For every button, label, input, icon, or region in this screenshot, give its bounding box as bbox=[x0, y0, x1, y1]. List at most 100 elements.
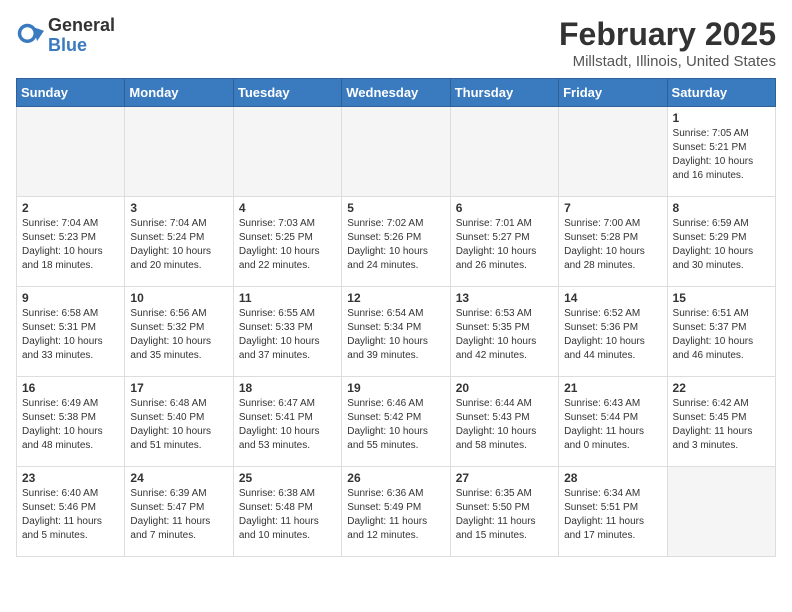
day-number: 6 bbox=[456, 201, 553, 215]
day-number: 9 bbox=[22, 291, 119, 305]
calendar-cell: 14Sunrise: 6:52 AM Sunset: 5:36 PM Dayli… bbox=[559, 287, 667, 377]
week-row-5: 23 Sunrise: 6:40 AM Sunset: 5:46 PM Dayli… bbox=[17, 467, 776, 557]
day-info: Sunrise: 6:53 AM Sunset: 5:35 PM Dayligh… bbox=[456, 307, 553, 363]
day-number: 19 bbox=[347, 381, 444, 395]
calendar-cell: 27 Sunrise: 6:35 AM Sunset: 5:50 PM Dayli… bbox=[450, 467, 558, 557]
day-number: 23 bbox=[22, 471, 119, 485]
calendar-cell bbox=[233, 107, 341, 197]
day-number: 28 bbox=[564, 471, 661, 485]
day-number: 8 bbox=[673, 201, 770, 215]
day-number: 12 bbox=[347, 291, 444, 305]
day-info: Sunrise: 6:35 AM Sunset: 5:50 PM Dayligh… bbox=[456, 487, 553, 543]
day-info: Sunrise: 6:55 AM Sunset: 5:33 PM Dayligh… bbox=[239, 307, 336, 363]
location-text: Millstadt, Illinois, United States bbox=[559, 53, 776, 70]
calendar-cell: 23 Sunrise: 6:40 AM Sunset: 5:46 PM Dayli… bbox=[17, 467, 125, 557]
day-info: Sunrise: 7:00 AM Sunset: 5:28 PM Dayligh… bbox=[564, 217, 661, 273]
weekday-header-tuesday: Tuesday bbox=[233, 79, 341, 107]
day-info: Sunrise: 7:04 AM Sunset: 5:23 PM Dayligh… bbox=[22, 217, 119, 273]
calendar-cell: 20 Sunrise: 6:44 AM Sunset: 5:43 PM Dayli… bbox=[450, 377, 558, 467]
calendar-cell: 21Sunrise: 6:43 AM Sunset: 5:44 PM Dayli… bbox=[559, 377, 667, 467]
day-number: 26 bbox=[347, 471, 444, 485]
month-title: February 2025 bbox=[559, 16, 776, 53]
day-info: Sunrise: 6:49 AM Sunset: 5:38 PM Dayligh… bbox=[22, 397, 119, 453]
calendar-cell: 15 Sunrise: 6:51 AM Sunset: 5:37 PM Dayli… bbox=[667, 287, 775, 377]
day-number: 21 bbox=[564, 381, 661, 395]
calendar-cell bbox=[559, 107, 667, 197]
day-info: Sunrise: 6:40 AM Sunset: 5:46 PM Dayligh… bbox=[22, 487, 119, 543]
day-number: 27 bbox=[456, 471, 553, 485]
calendar-cell: 7 Sunrise: 7:00 AM Sunset: 5:28 PM Daylig… bbox=[559, 197, 667, 287]
calendar-cell: 18Sunrise: 6:47 AM Sunset: 5:41 PM Dayli… bbox=[233, 377, 341, 467]
day-info: Sunrise: 6:46 AM Sunset: 5:42 PM Dayligh… bbox=[347, 397, 444, 453]
weekday-header-wednesday: Wednesday bbox=[342, 79, 450, 107]
day-info: Sunrise: 6:56 AM Sunset: 5:32 PM Dayligh… bbox=[130, 307, 227, 363]
day-info: Sunrise: 6:44 AM Sunset: 5:43 PM Dayligh… bbox=[456, 397, 553, 453]
day-number: 3 bbox=[130, 201, 227, 215]
calendar-cell: 19 Sunrise: 6:46 AM Sunset: 5:42 PM Dayli… bbox=[342, 377, 450, 467]
weekday-header-saturday: Saturday bbox=[667, 79, 775, 107]
calendar-cell: 3 Sunrise: 7:04 AM Sunset: 5:24 PM Daylig… bbox=[125, 197, 233, 287]
calendar-cell: 28Sunrise: 6:34 AM Sunset: 5:51 PM Dayli… bbox=[559, 467, 667, 557]
day-info: Sunrise: 6:39 AM Sunset: 5:47 PM Dayligh… bbox=[130, 487, 227, 543]
day-number: 18 bbox=[239, 381, 336, 395]
day-info: Sunrise: 7:05 AM Sunset: 5:21 PM Dayligh… bbox=[673, 127, 770, 183]
day-number: 2 bbox=[22, 201, 119, 215]
day-number: 14 bbox=[564, 291, 661, 305]
calendar-cell: 9 Sunrise: 6:58 AM Sunset: 5:31 PM Daylig… bbox=[17, 287, 125, 377]
logo-icon bbox=[16, 22, 44, 50]
week-row-2: 2 Sunrise: 7:04 AM Sunset: 5:23 PM Daylig… bbox=[17, 197, 776, 287]
day-info: Sunrise: 6:42 AM Sunset: 5:45 PM Dayligh… bbox=[673, 397, 770, 453]
day-number: 16 bbox=[22, 381, 119, 395]
page-header: General Blue February 2025 Millstadt, Il… bbox=[16, 16, 776, 70]
week-row-1: 1Sunrise: 7:05 AM Sunset: 5:21 PM Daylig… bbox=[17, 107, 776, 197]
calendar-cell: 5Sunrise: 7:02 AM Sunset: 5:26 PM Daylig… bbox=[342, 197, 450, 287]
calendar-cell: 17Sunrise: 6:48 AM Sunset: 5:40 PM Dayli… bbox=[125, 377, 233, 467]
day-info: Sunrise: 7:04 AM Sunset: 5:24 PM Dayligh… bbox=[130, 217, 227, 273]
logo: General Blue bbox=[16, 16, 115, 56]
day-number: 13 bbox=[456, 291, 553, 305]
day-info: Sunrise: 6:59 AM Sunset: 5:29 PM Dayligh… bbox=[673, 217, 770, 273]
day-number: 10 bbox=[130, 291, 227, 305]
day-number: 15 bbox=[673, 291, 770, 305]
logo-text: General Blue bbox=[48, 16, 115, 56]
week-row-3: 9 Sunrise: 6:58 AM Sunset: 5:31 PM Daylig… bbox=[17, 287, 776, 377]
calendar-cell: 12Sunrise: 6:54 AM Sunset: 5:34 PM Dayli… bbox=[342, 287, 450, 377]
calendar-cell: 25 Sunrise: 6:38 AM Sunset: 5:48 PM Dayli… bbox=[233, 467, 341, 557]
title-block: February 2025 Millstadt, Illinois, Unite… bbox=[559, 16, 776, 70]
calendar-cell bbox=[125, 107, 233, 197]
logo-blue-text: Blue bbox=[48, 36, 115, 56]
weekday-header-sunday: Sunday bbox=[17, 79, 125, 107]
day-number: 20 bbox=[456, 381, 553, 395]
calendar-cell: 1Sunrise: 7:05 AM Sunset: 5:21 PM Daylig… bbox=[667, 107, 775, 197]
day-number: 11 bbox=[239, 291, 336, 305]
weekday-header-friday: Friday bbox=[559, 79, 667, 107]
calendar-cell bbox=[17, 107, 125, 197]
day-number: 7 bbox=[564, 201, 661, 215]
calendar-cell: 6 Sunrise: 7:01 AM Sunset: 5:27 PM Daylig… bbox=[450, 197, 558, 287]
calendar-cell bbox=[342, 107, 450, 197]
calendar-cell: 10 Sunrise: 6:56 AM Sunset: 5:32 PM Dayli… bbox=[125, 287, 233, 377]
calendar-cell: 26 Sunrise: 6:36 AM Sunset: 5:49 PM Dayli… bbox=[342, 467, 450, 557]
day-number: 25 bbox=[239, 471, 336, 485]
calendar-cell: 24 Sunrise: 6:39 AM Sunset: 5:47 PM Dayli… bbox=[125, 467, 233, 557]
weekday-header-thursday: Thursday bbox=[450, 79, 558, 107]
day-info: Sunrise: 6:36 AM Sunset: 5:49 PM Dayligh… bbox=[347, 487, 444, 543]
day-info: Sunrise: 6:38 AM Sunset: 5:48 PM Dayligh… bbox=[239, 487, 336, 543]
week-row-4: 16 Sunrise: 6:49 AM Sunset: 5:38 PM Dayli… bbox=[17, 377, 776, 467]
day-number: 22 bbox=[673, 381, 770, 395]
calendar-cell bbox=[667, 467, 775, 557]
day-info: Sunrise: 6:51 AM Sunset: 5:37 PM Dayligh… bbox=[673, 307, 770, 363]
calendar-cell: 4 Sunrise: 7:03 AM Sunset: 5:25 PM Daylig… bbox=[233, 197, 341, 287]
calendar-cell bbox=[450, 107, 558, 197]
day-info: Sunrise: 7:03 AM Sunset: 5:25 PM Dayligh… bbox=[239, 217, 336, 273]
day-number: 24 bbox=[130, 471, 227, 485]
calendar-table: SundayMondayTuesdayWednesdayThursdayFrid… bbox=[16, 78, 776, 557]
day-number: 4 bbox=[239, 201, 336, 215]
calendar-cell: 22 Sunrise: 6:42 AM Sunset: 5:45 PM Dayli… bbox=[667, 377, 775, 467]
weekday-header-row: SundayMondayTuesdayWednesdayThursdayFrid… bbox=[17, 79, 776, 107]
day-info: Sunrise: 7:01 AM Sunset: 5:27 PM Dayligh… bbox=[456, 217, 553, 273]
day-info: Sunrise: 6:58 AM Sunset: 5:31 PM Dayligh… bbox=[22, 307, 119, 363]
calendar-cell: 11 Sunrise: 6:55 AM Sunset: 5:33 PM Dayli… bbox=[233, 287, 341, 377]
day-info: Sunrise: 6:48 AM Sunset: 5:40 PM Dayligh… bbox=[130, 397, 227, 453]
day-info: Sunrise: 7:02 AM Sunset: 5:26 PM Dayligh… bbox=[347, 217, 444, 273]
